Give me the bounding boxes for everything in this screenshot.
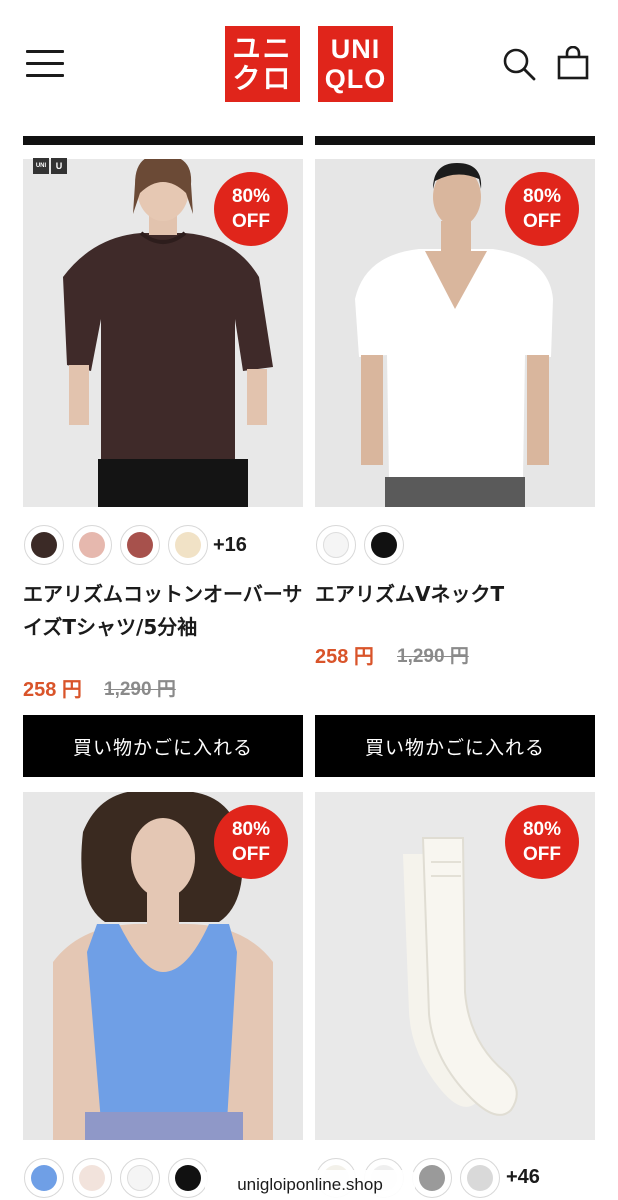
discount-badge: 80% OFF	[505, 172, 579, 246]
badge-percent: 80%	[231, 186, 271, 207]
sale-price: 258 円	[23, 679, 82, 701]
sale-price: 258 円	[315, 646, 374, 668]
badge-percent: 80%	[522, 819, 562, 840]
uniqlo-u-tag: UNI U	[33, 158, 67, 174]
swatch-color	[175, 532, 201, 558]
more-colors-count[interactable]: +16	[213, 534, 247, 557]
swatch-color	[467, 1165, 493, 1191]
color-swatch[interactable]	[460, 1158, 500, 1198]
color-swatch[interactable]	[120, 1158, 160, 1198]
color-swatch[interactable]	[24, 1158, 64, 1198]
product-name[interactable]: エアリズムコットンオーバーサイズTシャツ/5分袖	[23, 578, 305, 644]
color-swatch[interactable]	[168, 1158, 208, 1198]
browser-url-bar[interactable]: unigloiponline.shop	[205, 1170, 415, 1200]
add-to-cart-button[interactable]: 買い物かごに入れる	[315, 715, 595, 777]
color-swatch[interactable]	[72, 525, 112, 565]
discount-badge: 80% OFF	[214, 805, 288, 879]
logo-jp-line2: クロ	[232, 63, 293, 94]
swatch-color	[323, 532, 349, 558]
add-to-cart-button[interactable]: 買い物かごに入れる	[23, 715, 303, 777]
swatch-color	[31, 1165, 57, 1191]
menu-icon[interactable]	[26, 50, 64, 80]
card-top-bar	[315, 136, 595, 145]
shopping-bag-icon[interactable]	[556, 46, 590, 80]
original-price: 1,290 円	[397, 646, 469, 667]
site-header: ユニ クロ UNI QLO	[0, 0, 618, 120]
badge-off: OFF	[232, 211, 270, 232]
badge-percent: 80%	[522, 186, 562, 207]
swatch-color	[127, 532, 153, 558]
color-swatch[interactable]	[24, 525, 64, 565]
swatch-color	[371, 532, 397, 558]
logo-en-line2: QLO	[324, 64, 387, 94]
uniqlo-logo-en[interactable]: UNI QLO	[318, 26, 393, 102]
product-name[interactable]: エアリズムVネックT	[315, 578, 597, 611]
color-swatch[interactable]	[316, 525, 356, 565]
tag-right: U	[51, 158, 67, 174]
swatch-color	[31, 532, 57, 558]
discount-badge: 80% OFF	[505, 805, 579, 879]
card-top-bar	[23, 136, 303, 145]
swatch-color	[79, 1165, 105, 1191]
swatch-color	[79, 532, 105, 558]
color-swatch[interactable]	[364, 525, 404, 565]
url-text: unigloiponline.shop	[237, 1175, 383, 1194]
swatch-color	[127, 1165, 153, 1191]
uniqlo-logo-jp[interactable]: ユニ クロ	[225, 26, 300, 102]
color-swatch[interactable]	[412, 1158, 452, 1198]
badge-off: OFF	[232, 844, 270, 865]
swatch-color	[419, 1165, 445, 1191]
badge-percent: 80%	[231, 819, 271, 840]
tag-left: UNI	[33, 158, 49, 174]
logo-jp-line1: ユニ	[232, 33, 293, 64]
logo-en-line1: UNI	[330, 34, 381, 64]
search-icon[interactable]	[502, 47, 536, 81]
original-price: 1,290 円	[104, 679, 176, 700]
swatch-color	[175, 1165, 201, 1191]
discount-badge: 80% OFF	[214, 172, 288, 246]
color-swatch[interactable]	[72, 1158, 112, 1198]
badge-off: OFF	[523, 844, 561, 865]
color-swatch[interactable]	[120, 525, 160, 565]
color-swatch[interactable]	[168, 525, 208, 565]
more-colors-count[interactable]: +46	[506, 1166, 540, 1189]
badge-off: OFF	[523, 211, 561, 232]
